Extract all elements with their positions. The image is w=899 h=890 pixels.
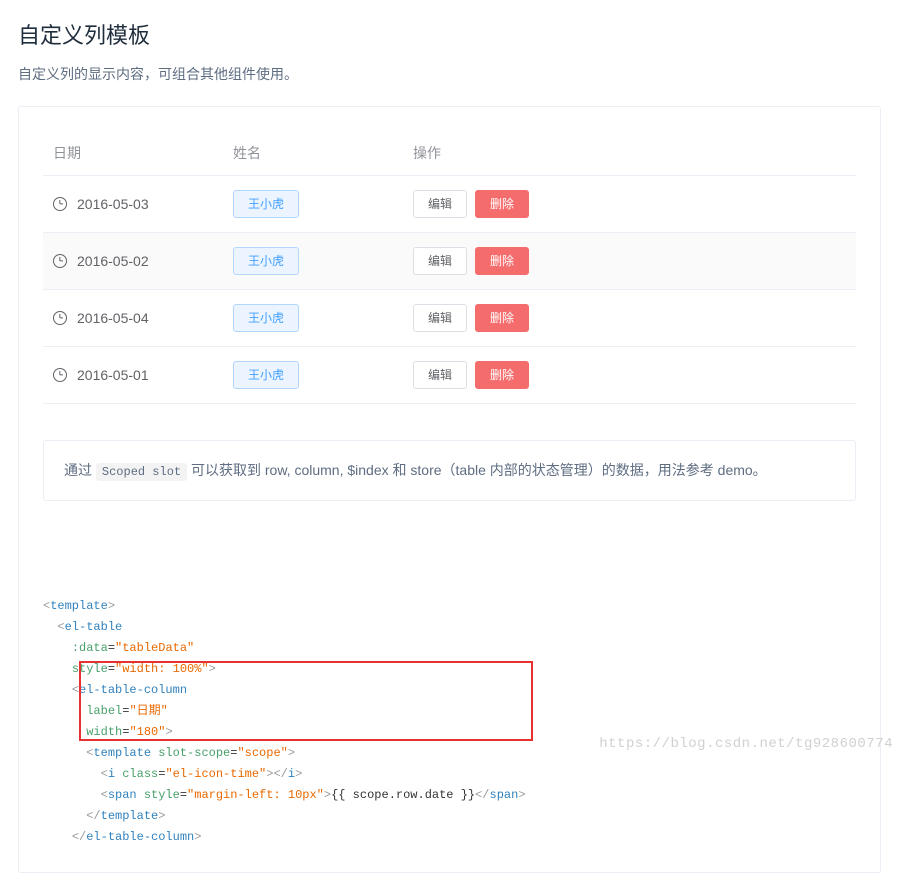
code-block: <template> <el-table :data="tableData" s… bbox=[43, 533, 856, 848]
page-title: 自定义列模板 bbox=[18, 18, 881, 50]
code-line: label="日期" bbox=[43, 701, 856, 722]
edit-button[interactable]: 编辑 bbox=[413, 190, 467, 218]
delete-button[interactable]: 删除 bbox=[475, 247, 529, 275]
col-header-date: 日期 bbox=[43, 131, 223, 176]
note-box: 通过 Scoped slot 可以获取到 row, column, $index… bbox=[43, 440, 856, 501]
edit-button[interactable]: 编辑 bbox=[413, 247, 467, 275]
edit-button[interactable]: 编辑 bbox=[413, 361, 467, 389]
clock-icon bbox=[53, 254, 67, 268]
code-line: <span style="margin-left: 10px">{{ scope… bbox=[43, 785, 856, 806]
code-line: :data="tableData" bbox=[43, 638, 856, 659]
clock-icon bbox=[53, 368, 67, 382]
name-button[interactable]: 王小虎 bbox=[233, 190, 299, 218]
demo-container: 日期 姓名 操作 2016-05-03王小虎编辑删除2016-05-02王小虎编… bbox=[18, 106, 881, 873]
page-subtitle: 自定义列的显示内容，可组合其他组件使用。 bbox=[18, 64, 881, 84]
col-header-op: 操作 bbox=[403, 131, 856, 176]
table-row: 2016-05-02 王小虎 编辑删除 bbox=[43, 233, 856, 290]
name-button[interactable]: 王小虎 bbox=[233, 361, 299, 389]
note-post: 可以获取到 row, column, $index 和 store（table … bbox=[187, 462, 767, 478]
code-line: <i class="el-icon-time"></i> bbox=[43, 764, 856, 785]
watermark: https://blog.csdn.net/tg928600774 bbox=[599, 736, 893, 752]
delete-button[interactable]: 删除 bbox=[475, 304, 529, 332]
code-line: style="width: 100%"> bbox=[43, 659, 856, 680]
note-code: Scoped slot bbox=[96, 463, 187, 481]
note-pre: 通过 bbox=[64, 462, 96, 478]
date-text: 2016-05-04 bbox=[77, 310, 149, 326]
name-button[interactable]: 王小虎 bbox=[233, 247, 299, 275]
date-text: 2016-05-03 bbox=[77, 196, 149, 212]
code-line: <el-table-column bbox=[43, 680, 856, 701]
delete-button[interactable]: 删除 bbox=[475, 190, 529, 218]
table-row: 2016-05-01 王小虎 编辑删除 bbox=[43, 347, 856, 404]
date-text: 2016-05-02 bbox=[77, 253, 149, 269]
table-row: 2016-05-03 王小虎 编辑删除 bbox=[43, 176, 856, 233]
name-button[interactable]: 王小虎 bbox=[233, 304, 299, 332]
clock-icon bbox=[53, 197, 67, 211]
code-line: <template> bbox=[43, 596, 856, 617]
clock-icon bbox=[53, 311, 67, 325]
col-header-name: 姓名 bbox=[223, 131, 403, 176]
date-text: 2016-05-01 bbox=[77, 367, 149, 383]
table-row: 2016-05-04 王小虎 编辑删除 bbox=[43, 290, 856, 347]
code-line: <el-table bbox=[43, 617, 856, 638]
demo-table: 日期 姓名 操作 2016-05-03王小虎编辑删除2016-05-02王小虎编… bbox=[43, 131, 856, 404]
code-line: </el-table-column> bbox=[43, 827, 856, 848]
edit-button[interactable]: 编辑 bbox=[413, 304, 467, 332]
code-line: </template> bbox=[43, 806, 856, 827]
delete-button[interactable]: 删除 bbox=[475, 361, 529, 389]
